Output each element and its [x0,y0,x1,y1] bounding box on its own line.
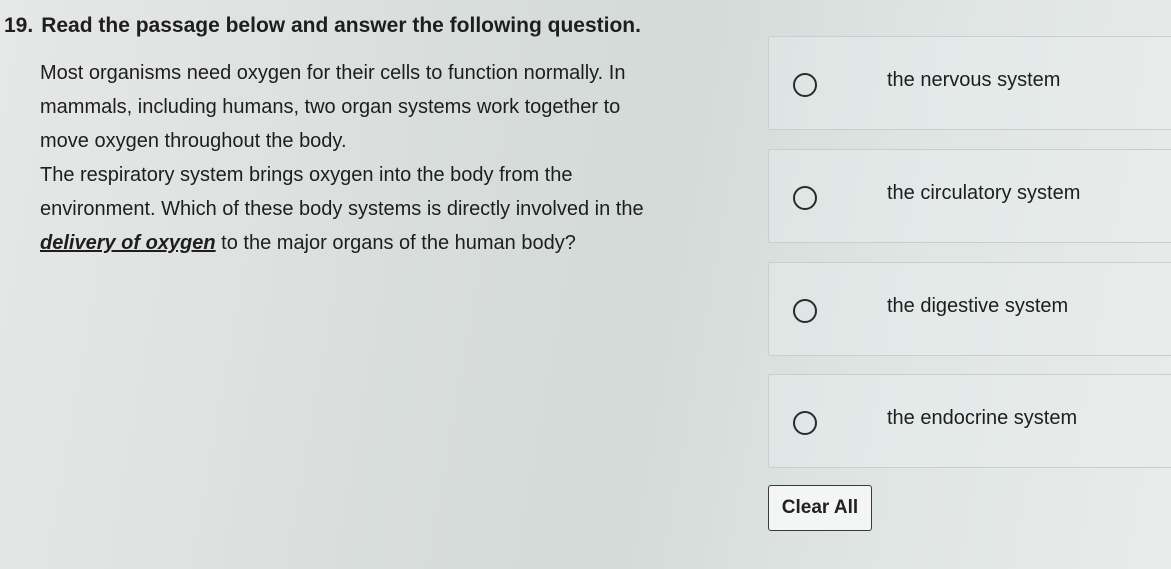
answer-option-endocrine-system[interactable]: the endocrine system [768,374,1171,468]
question-header: 19. Read the passage below and answer the… [4,14,641,38]
radio-button[interactable] [793,299,817,323]
option-label: the endocrine system [887,407,1078,429]
question-instruction: Read the passage below and answer the fo… [41,14,641,37]
option-label: the nervous system [887,69,1061,91]
passage-line: move oxygen throughout the body. [40,130,347,152]
answer-option-digestive-system[interactable]: the digestive system [768,262,1171,356]
radio-button[interactable] [793,411,817,435]
passage-line: Most organisms need oxygen for their cel… [40,62,626,84]
passage-question-line: delivery of oxygen to the major organs o… [40,226,700,260]
radio-button[interactable] [793,73,817,97]
answer-option-nervous-system[interactable]: the nervous system [768,36,1171,130]
passage-question-rest: to the major organs of the human body? [215,232,576,254]
question-number: 19. [4,14,34,37]
option-label: the digestive system [887,295,1069,317]
clear-all-button[interactable]: Clear All [768,485,872,531]
passage-line: mammals, including humans, two organ sys… [40,96,621,118]
option-label: the circulatory system [887,182,1081,204]
answer-option-circulatory-system[interactable]: the circulatory system [768,149,1171,243]
passage: Most organisms need oxygen for their cel… [40,56,700,260]
radio-button[interactable] [793,186,817,210]
passage-line: environment. Which of these body systems… [40,198,644,220]
emphasized-phrase: delivery of oxygen [40,232,216,254]
passage-line: The respiratory system brings oxygen int… [40,164,573,186]
